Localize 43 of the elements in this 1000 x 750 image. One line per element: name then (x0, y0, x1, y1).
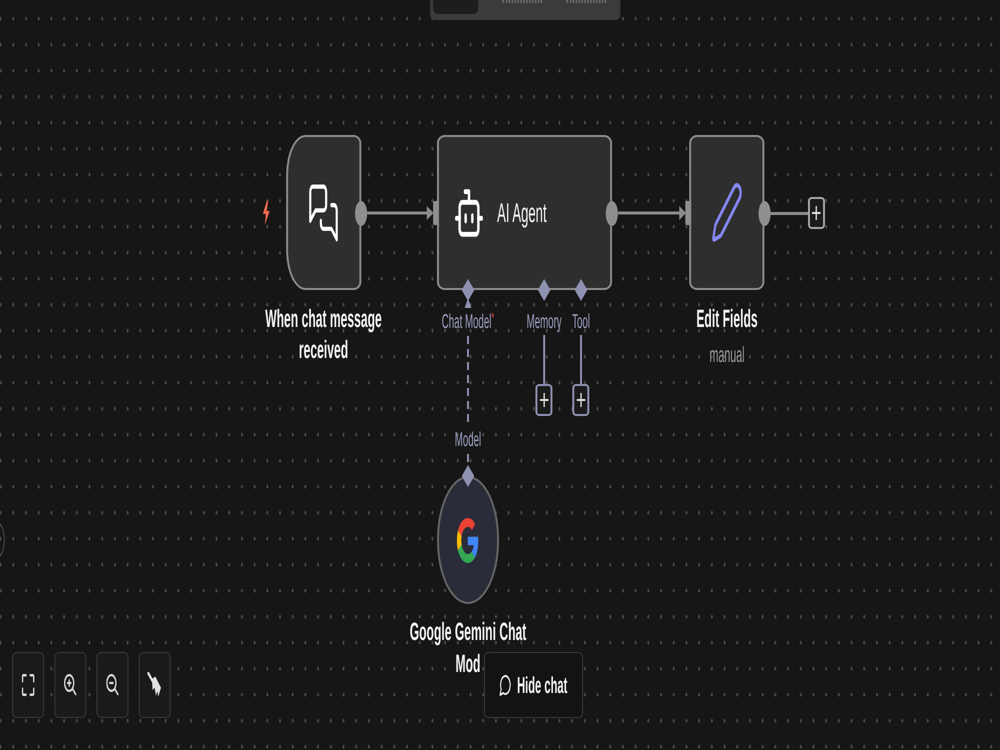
node-label: Edit Fields (696, 304, 758, 335)
plus-icon (812, 206, 821, 220)
add-node-button[interactable] (536, 384, 553, 416)
add-node-button[interactable] (808, 196, 825, 228)
zoom-out-button[interactable] (96, 652, 129, 718)
hide-chat-button[interactable]: Hide chat (484, 652, 583, 718)
fit-view-button[interactable] (12, 652, 44, 718)
connection-line[interactable] (367, 206, 434, 220)
node-subtitle: manual (710, 343, 744, 367)
add-node-button[interactable] (572, 384, 590, 416)
robot-icon (454, 188, 484, 236)
port-label: Tool (572, 311, 590, 333)
port-label: Memory (526, 311, 562, 333)
plus-icon (540, 393, 548, 407)
fit-view-icon (22, 674, 34, 696)
port-handle[interactable] (462, 465, 474, 487)
input-handle[interactable] (433, 200, 439, 224)
pencil-icon (712, 182, 742, 242)
port-label: Chat Model* (442, 311, 494, 333)
input-handle[interactable] (686, 200, 692, 224)
connector-line (770, 212, 808, 214)
zoom-in-button[interactable] (54, 652, 86, 718)
port-label: Model (454, 429, 482, 451)
node-label: AI Agent (497, 196, 547, 228)
action-node[interactable] (689, 135, 765, 290)
zoom-out-icon (106, 674, 119, 696)
port-handle[interactable] (538, 279, 550, 301)
trigger-node[interactable] (286, 135, 362, 290)
chat-bubbles-icon (308, 184, 338, 242)
tidy-up-button[interactable] (138, 652, 171, 718)
g-logo-icon (457, 518, 479, 562)
connector-line (580, 335, 582, 384)
agent-node[interactable]: AI Agent (436, 135, 612, 290)
plus-icon (576, 393, 586, 407)
connection-line[interactable] (618, 206, 686, 220)
lightning-icon (262, 200, 270, 224)
port-handle[interactable] (574, 279, 588, 301)
output-handle[interactable] (355, 200, 368, 226)
broom-icon (146, 672, 163, 698)
connector-line (543, 335, 546, 384)
node-label: When chat message received (264, 304, 382, 366)
chat-bubble-icon (500, 674, 512, 696)
zoom-in-icon (64, 674, 77, 696)
